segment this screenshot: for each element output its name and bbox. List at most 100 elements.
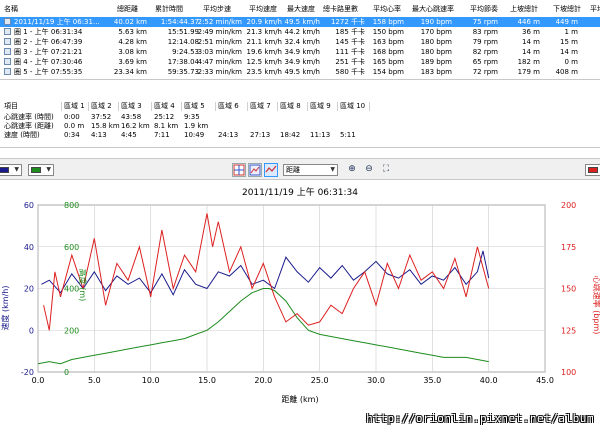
zone-col-2[interactable]: 區域 2	[91, 102, 119, 111]
lap-cadence: 75 rpm	[472, 18, 498, 26]
lap-icon	[4, 58, 11, 65]
lap-distance: 23.34 km	[113, 68, 147, 76]
zone-col-10[interactable]: 區域 10	[340, 102, 370, 111]
chart-mode-button[interactable]	[248, 163, 262, 177]
speed-tick-label: 0	[29, 326, 34, 335]
heart-rate-tick-label: 125	[561, 326, 576, 335]
col-cadence[interactable]: 平均節奏	[470, 4, 498, 14]
x-tick-label: 45.0	[536, 376, 554, 385]
zone-value: 15.8 km	[91, 122, 120, 130]
grid-toggle-button[interactable]	[232, 163, 246, 177]
lap-row[interactable]: 圈 2 - 上午 06:47:39 4.28 km 12:14.08 2:51 min…	[0, 37, 600, 47]
lap-max-speed: 32.4 km/h	[284, 38, 320, 46]
x-axis-select[interactable]: 距離 ▼	[283, 164, 338, 176]
chevron-down-icon: ▼	[14, 166, 19, 173]
zone-value: 27:13	[250, 131, 271, 139]
zoom-out-button[interactable]: ⊖	[362, 163, 376, 177]
fit-view-button[interactable]: ⛶	[379, 163, 393, 177]
speed-tick-label: 60	[24, 201, 34, 210]
elevation-color-picker[interactable]: ▼	[28, 164, 54, 176]
zone-value: 5:11	[340, 131, 356, 139]
zone-value: 4:45	[121, 131, 137, 139]
lap-avg-hr: 165 bpm	[372, 58, 404, 66]
lap-ascent: 14 m	[522, 48, 540, 56]
col-name[interactable]: 名稱	[4, 4, 18, 14]
lap-time: 9:24.53	[172, 48, 199, 56]
x-tick-label: 30.0	[367, 376, 385, 385]
col-calories[interactable]: 總卡路里數	[323, 4, 358, 14]
zone-value: 0.0 m	[64, 122, 85, 130]
col-max-hr[interactable]: 最大心跳速率	[412, 4, 454, 14]
lap-cadence: 83 rpm	[472, 28, 498, 36]
x-tick-label: 35.0	[423, 376, 441, 385]
col-ascent[interactable]: 上坡總計	[510, 4, 538, 14]
activity-summary-row[interactable]: 2011/11/19 上午 06:31... 40.02 km 1:54:44.37…	[0, 17, 600, 27]
zoom-in-button[interactable]: ⊕	[345, 163, 359, 177]
lap-calories: 111 千卡	[335, 48, 365, 56]
lap-avg-hr: 163 bpm	[372, 38, 404, 46]
col-avg-hr[interactable]: 平均心率	[373, 4, 401, 14]
speed-color-picker[interactable]: ▼	[0, 164, 22, 176]
lap-max-speed: 34.9 km/h	[284, 48, 320, 56]
zone-value: 1.9 km	[184, 122, 209, 130]
col-distance[interactable]: 總距離	[117, 4, 138, 14]
zone-value: 8.1 km	[154, 122, 179, 130]
lap-row[interactable]: 圈 3 - 上午 07:21:21 3.08 km 9:24.53 3:03 min/…	[0, 47, 600, 57]
x-tick-label: 10.0	[142, 376, 160, 385]
zone-value: 18:42	[280, 131, 301, 139]
zone-col-4[interactable]: 區域 4	[154, 102, 182, 111]
lap-descent: 14 m	[560, 48, 578, 56]
lap-name: 2011/11/19 上午 06:31...	[14, 18, 100, 26]
zone-col-item[interactable]: 項目	[4, 102, 62, 111]
watermark: http://orionlin.pixnet.net/album	[366, 412, 594, 425]
zone-col-9[interactable]: 區域 9	[310, 102, 338, 111]
lap-row[interactable]: 圈 4 - 上午 07:30:46 3.69 km 17:38.04 4:47 min…	[0, 57, 600, 67]
col-descent[interactable]: 下坡總計	[553, 4, 581, 14]
lap-descent: 408 m	[555, 68, 578, 76]
lap-max-hr: 189 bpm	[420, 58, 452, 66]
elevation-tick-label: 400	[64, 285, 79, 294]
zone-col-3[interactable]: 區域 3	[121, 102, 152, 111]
lap-distance: 5.63 km	[118, 28, 147, 36]
lap-max-speed: 49.5 km/h	[284, 18, 320, 26]
zone-col-5[interactable]: 區域 5	[184, 102, 216, 111]
zone-value: 10:49	[184, 131, 205, 139]
activity-chart[interactable]: 2011/11/19 上午 06:31:34 0.0 5.0 10.0 15.0 20.…	[0, 180, 600, 427]
lap-speed: 21.1 km/h	[246, 38, 282, 46]
lap-name: 圈 4 - 上午 07:30:46	[14, 58, 83, 66]
speed-axis-label: 速度 (km/h)	[0, 286, 10, 331]
speed-tick-label: 20	[24, 285, 34, 294]
lap-ascent: 446 m	[517, 18, 540, 26]
zone-col-8[interactable]: 區域 8	[280, 102, 308, 111]
x-tick-label: 25.0	[311, 376, 329, 385]
col-more[interactable]: 平均	[590, 4, 600, 14]
x-tick-label: 0.0	[32, 376, 45, 385]
chevron-down-icon: ▼	[330, 166, 335, 173]
speed-tick-label: 40	[24, 243, 34, 252]
col-max-speed[interactable]: 最大速度	[287, 4, 315, 14]
lap-descent: 449 m	[555, 18, 578, 26]
lap-time: 12:14.08	[167, 38, 199, 46]
heart-rate-color-picker[interactable]	[585, 164, 600, 176]
grid-icon	[233, 164, 245, 176]
lap-pace: 4:47 min/km	[197, 58, 242, 66]
zone-col-1[interactable]: 區域 1	[64, 102, 89, 111]
lap-pace: 2:52 min/km	[197, 18, 242, 26]
lap-icon	[4, 38, 11, 45]
lap-row[interactable]: 圈 5 - 上午 07:55:35 23.34 km 59:35.73 2:33 mi…	[0, 67, 600, 77]
x-axis-select-value: 距離	[286, 166, 300, 174]
speed-color-swatch	[0, 167, 9, 173]
col-time[interactable]: 累計時間	[155, 4, 183, 14]
zone-col-6[interactable]: 區域 6	[218, 102, 248, 111]
lap-row[interactable]: 圈 1 - 上午 06:31:34 5.63 km 15:51.99 2:49 min…	[0, 27, 600, 37]
col-speed[interactable]: 平均速度	[249, 4, 277, 14]
lap-speed: 20.9 km/h	[246, 18, 282, 26]
lap-icon	[4, 48, 11, 55]
lap-calories: 145 千卡	[335, 38, 365, 46]
zone-value: 0:00	[64, 113, 80, 121]
x-tick-label: 5.0	[88, 376, 101, 385]
line-chart-button[interactable]	[264, 163, 278, 177]
lap-avg-hr: 168 bpm	[372, 48, 404, 56]
zone-col-7[interactable]: 區域 7	[250, 102, 278, 111]
col-pace[interactable]: 平均步速	[203, 4, 231, 14]
